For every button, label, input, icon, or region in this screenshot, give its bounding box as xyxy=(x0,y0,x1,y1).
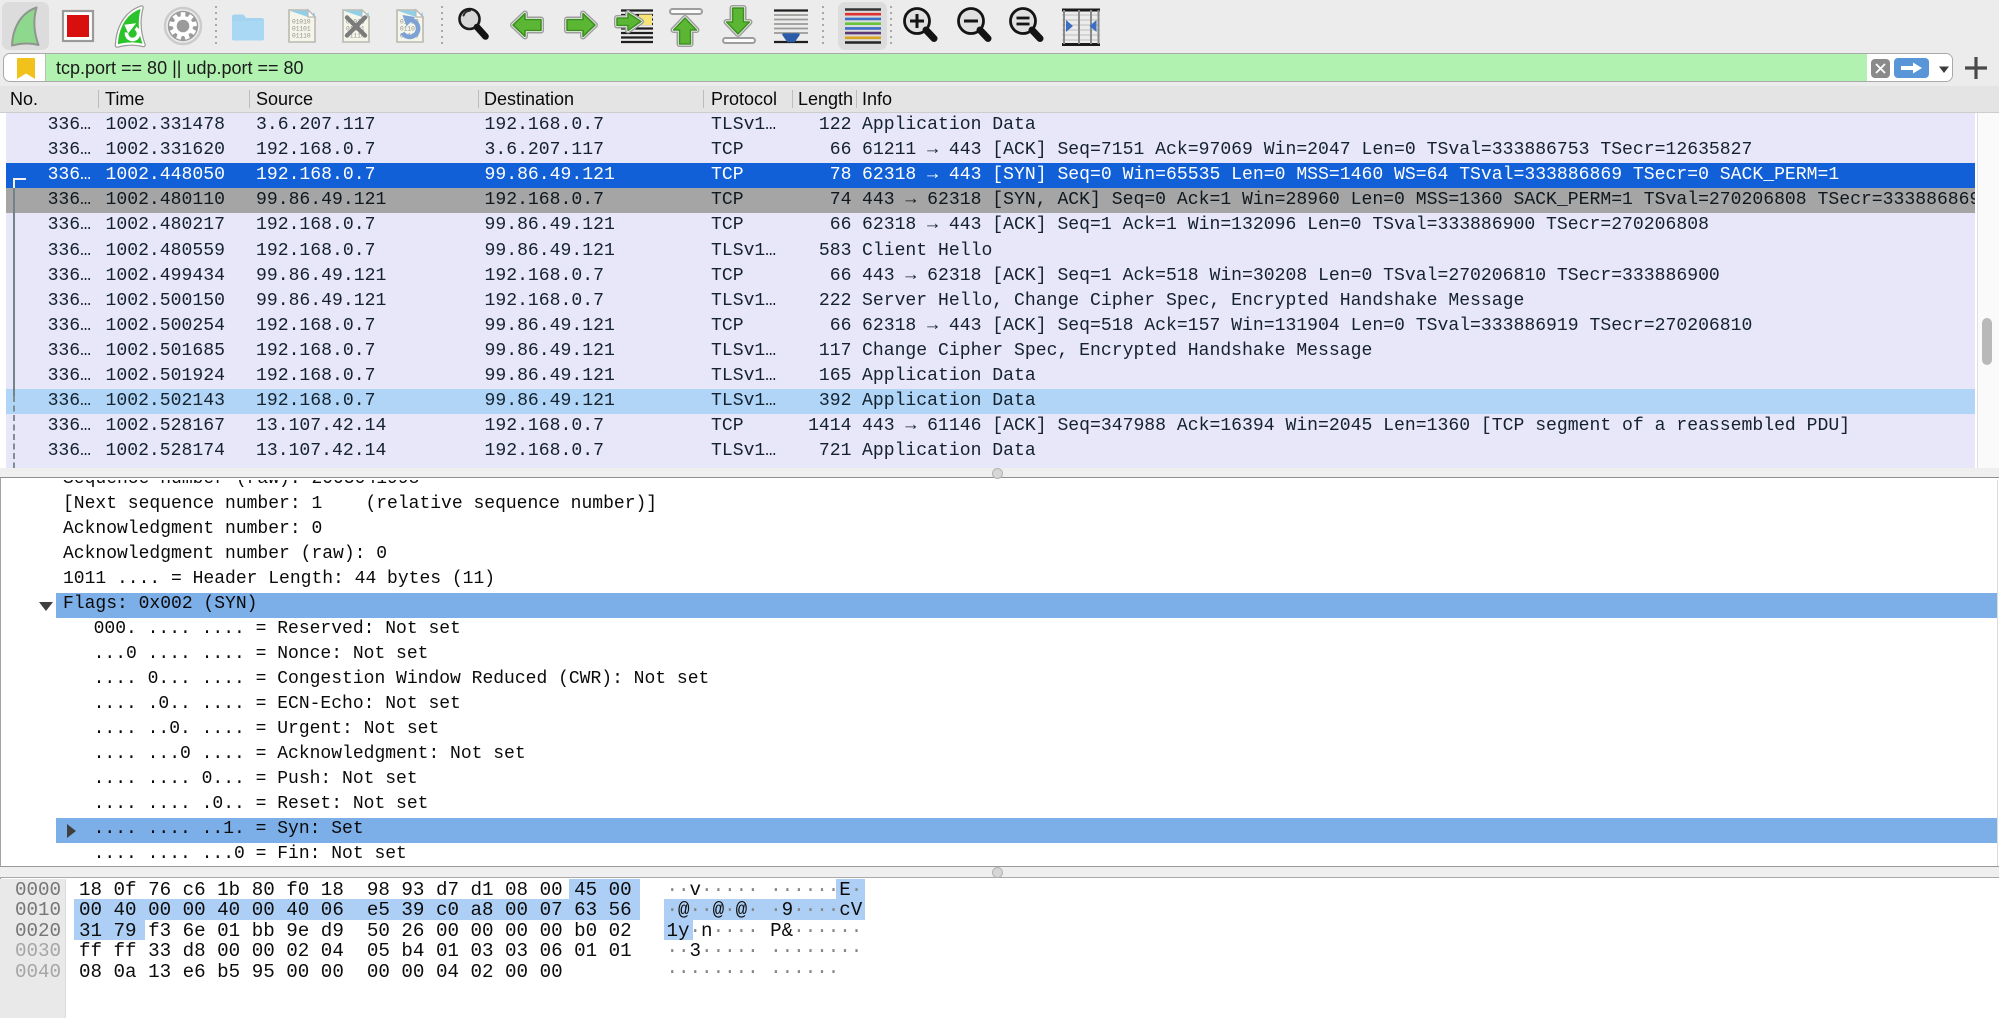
svg-text:01110: 01110 xyxy=(292,33,311,40)
svg-text:01101: 01101 xyxy=(292,26,311,33)
svg-text:01010: 01010 xyxy=(292,19,311,26)
